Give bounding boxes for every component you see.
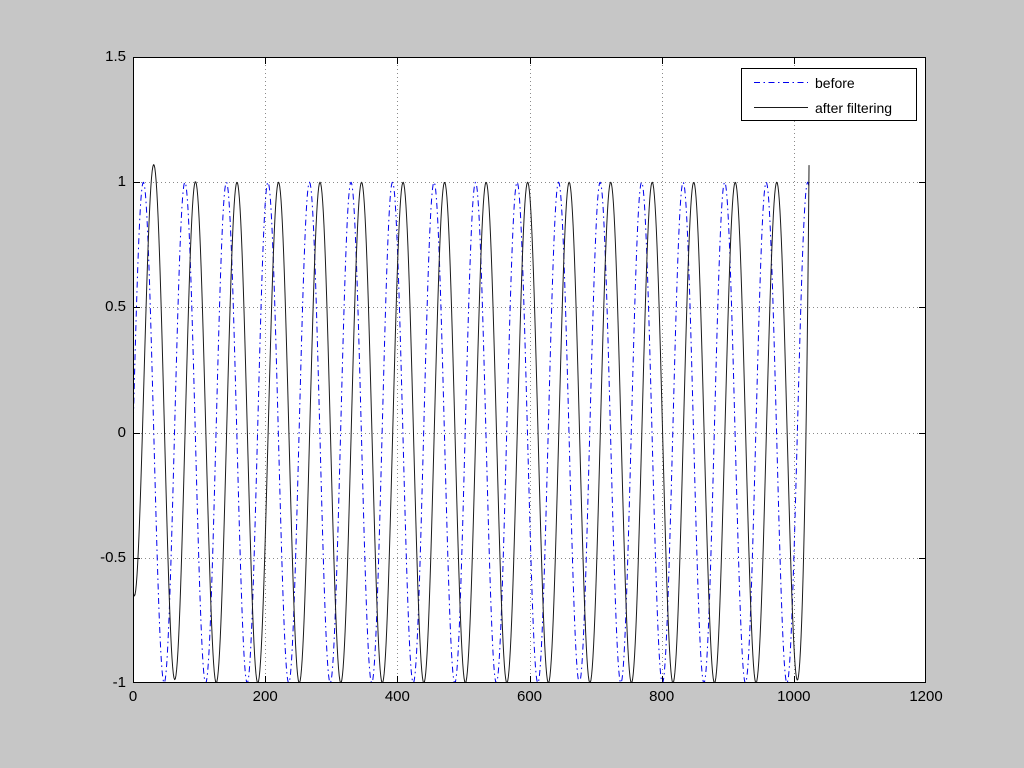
x-tick-label: 600: [517, 688, 542, 705]
x-tick-label: 400: [385, 688, 410, 705]
x-tick-label: 1200: [909, 688, 942, 705]
legend-item-after-filtering: after filtering: [742, 95, 916, 120]
before-line-sample-icon: [752, 77, 810, 88]
y-tick-label: 1.5: [0, 48, 126, 66]
after-filtering-line-sample-icon: [752, 102, 810, 113]
legend-label-before: before: [815, 75, 855, 91]
axes-canvas: [133, 57, 926, 683]
x-tick-label: 1000: [777, 688, 810, 705]
legend-label-after-filtering: after filtering: [815, 100, 892, 116]
x-tick-label: 800: [649, 688, 674, 705]
y-tick-label: 0.5: [0, 298, 126, 316]
legend[interactable]: before after filtering: [741, 68, 917, 121]
x-tick-label: 200: [253, 688, 278, 705]
y-tick-label: -0.5: [0, 549, 126, 567]
matlab-figure-window: { "figure": { "width": 1024, "height": 7…: [0, 0, 1024, 768]
y-tick-label: -1: [0, 674, 126, 692]
after-filtering-curve: [133, 165, 809, 683]
x-tick-label: 0: [129, 688, 137, 705]
y-tick-label: 1: [0, 173, 126, 191]
legend-item-before: before: [742, 70, 916, 95]
y-tick-label: 0: [0, 424, 126, 442]
plot-area: [133, 57, 926, 683]
